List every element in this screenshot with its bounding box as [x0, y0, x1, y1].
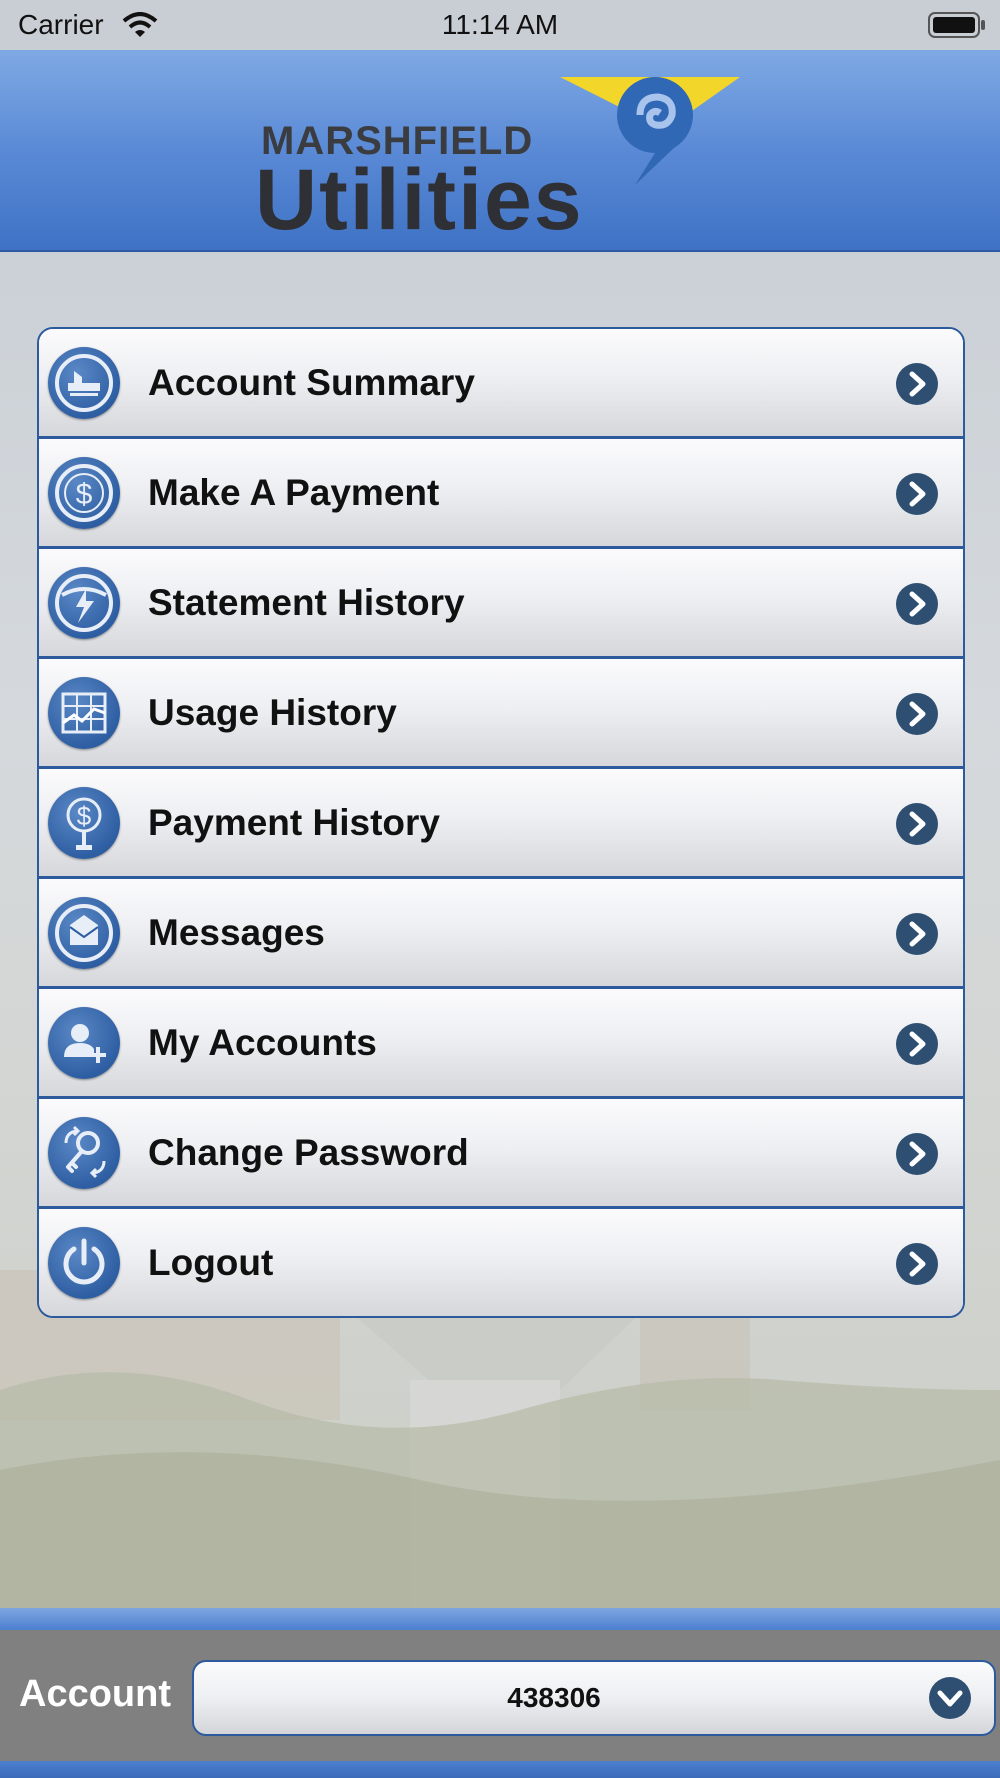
account-bar: Account 438306 — [0, 1608, 1000, 1778]
menu-item-logout[interactable]: Logout — [39, 1209, 963, 1316]
payment-dollar-icon: $ — [48, 787, 120, 859]
status-time: 11:14 AM — [441, 9, 559, 40]
menu-item-label: Usage History — [148, 692, 397, 733]
app-header: MARSHFIELD Utilities — [0, 50, 1000, 252]
chevron-right-icon — [896, 803, 938, 845]
account-bar-bottom-strip — [0, 1761, 1000, 1778]
chart-grid-icon — [48, 677, 120, 749]
svg-text:$: $ — [77, 801, 92, 831]
chevron-right-icon — [896, 693, 938, 735]
chevron-right-icon — [896, 1243, 938, 1285]
menu-item-label: Statement History — [148, 582, 465, 623]
dollar-icon: $ — [48, 457, 120, 529]
chevron-right-icon — [896, 583, 938, 625]
logo-text-utilities: Utilities — [255, 152, 584, 248]
power-icon — [48, 1227, 120, 1299]
lightning-icon — [48, 567, 120, 639]
account-label: Account — [19, 1673, 171, 1715]
menu-item-label: Logout — [148, 1242, 274, 1283]
chevron-right-icon — [896, 1023, 938, 1065]
menu-item-payment-history[interactable]: $ Payment History — [39, 769, 963, 879]
envelope-icon — [48, 897, 120, 969]
menu-item-label: Payment History — [148, 802, 440, 843]
add-user-icon — [48, 1007, 120, 1079]
menu-item-label: Make A Payment — [148, 472, 440, 513]
chevron-down-icon — [929, 1677, 971, 1719]
menu-item-messages[interactable]: Messages — [39, 879, 963, 989]
chevron-right-icon — [896, 363, 938, 405]
marshfield-utilities-logo: MARSHFIELD Utilities — [255, 75, 755, 248]
account-select[interactable]: 438306 — [192, 1660, 996, 1736]
account-select-value: 438306 — [507, 1682, 601, 1713]
battery-icon — [928, 12, 985, 38]
menu-item-usage-history[interactable]: Usage History — [39, 659, 963, 769]
menu-item-label: Account Summary — [148, 362, 475, 403]
account-bar-top-strip — [0, 1608, 1000, 1630]
main-menu: Account Summary $ Make A Payment Stateme… — [37, 327, 965, 1318]
menu-item-account-summary[interactable]: Account Summary — [39, 329, 963, 439]
key-icon — [48, 1117, 120, 1189]
menu-item-label: My Accounts — [148, 1022, 377, 1063]
status-bar: Carrier 11:14 AM — [0, 0, 1000, 50]
chevron-right-icon — [896, 1133, 938, 1175]
chevron-right-icon — [896, 473, 938, 515]
svg-text:$: $ — [76, 478, 93, 511]
menu-item-statement-history[interactable]: Statement History — [39, 549, 963, 659]
menu-item-label: Change Password — [148, 1132, 469, 1173]
menu-item-change-password[interactable]: Change Password — [39, 1099, 963, 1209]
menu-item-make-a-payment[interactable]: $ Make A Payment — [39, 439, 963, 549]
account-summary-icon — [48, 347, 120, 419]
menu-item-my-accounts[interactable]: My Accounts — [39, 989, 963, 1099]
chevron-right-icon — [896, 913, 938, 955]
menu-item-label: Messages — [148, 912, 325, 953]
